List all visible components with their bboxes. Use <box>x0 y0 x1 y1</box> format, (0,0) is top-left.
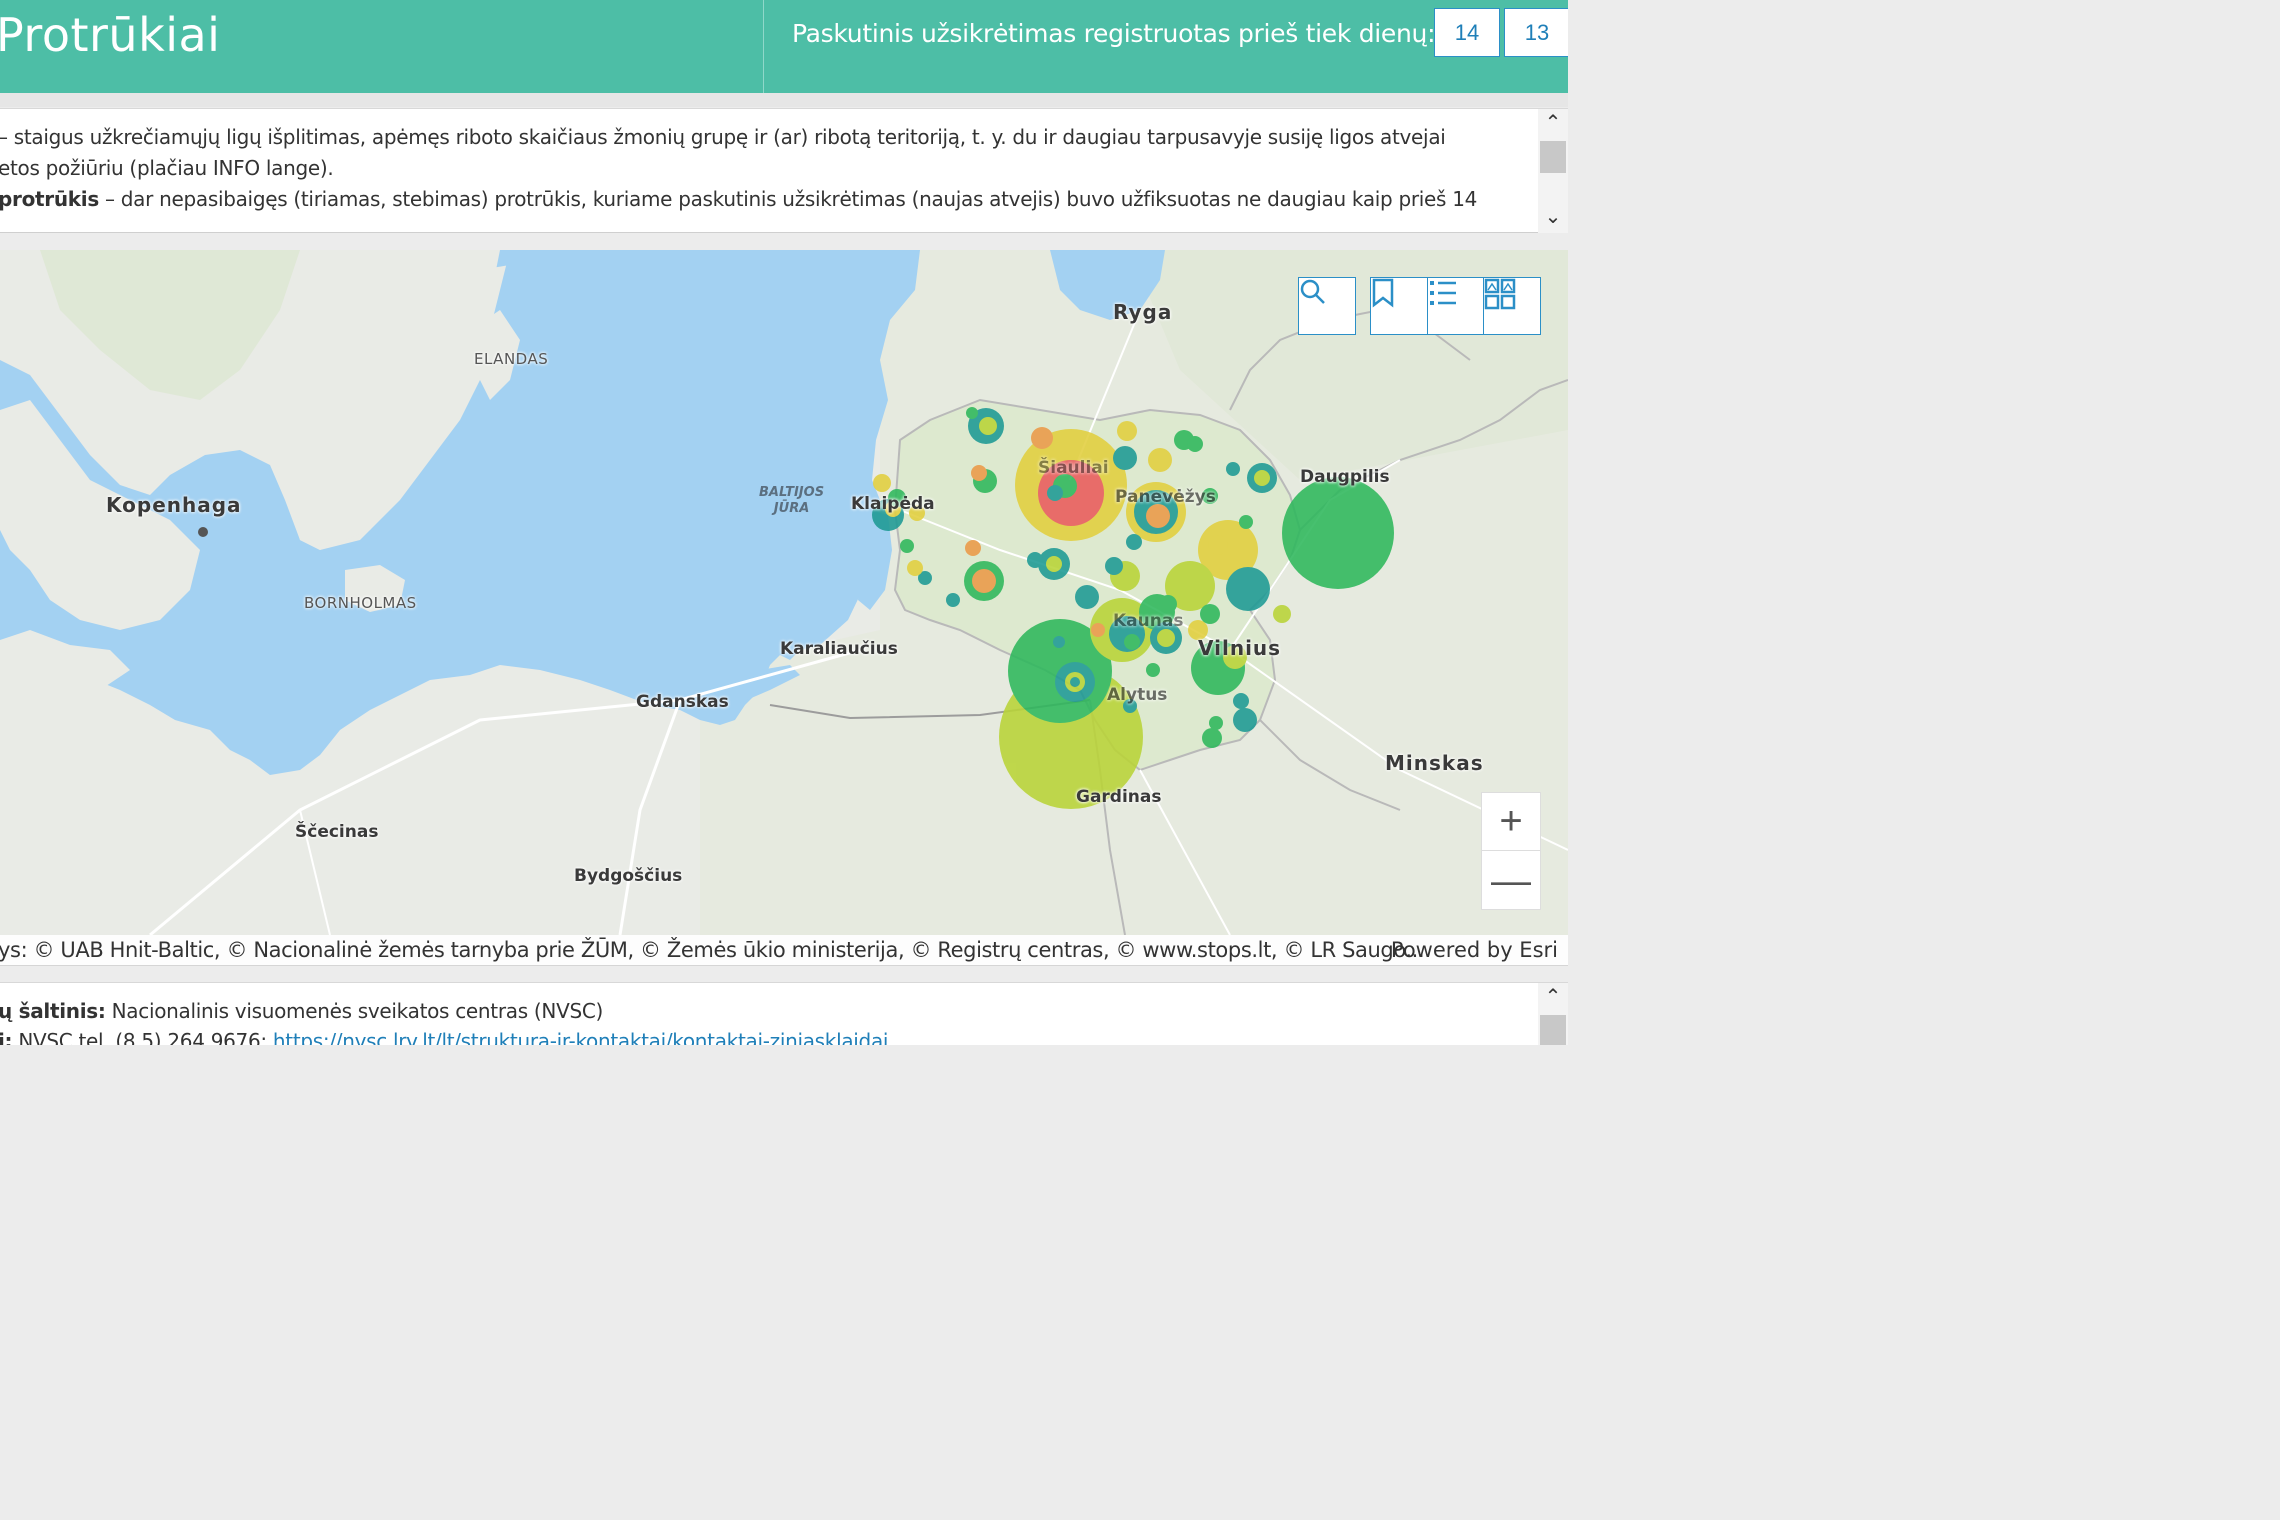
scroll-up-arrow-icon[interactable]: ⌃ <box>1538 111 1568 135</box>
dashboard-page: Protrūkiai Paskutinis užsikrėtimas regis… <box>0 0 1568 1045</box>
contact-phone: NVSC tel. (8 5) 264 9676; <box>12 1029 273 1045</box>
map-canvas <box>0 250 1568 935</box>
map-attribution: ys: © UAB Hnit-Baltic, © Nacionalinė žem… <box>0 935 1568 965</box>
panel-spacer <box>0 965 1568 981</box>
map-label-gdanskas: Gdanskas <box>636 692 729 712</box>
map-label-elandas: ELANDAS <box>474 350 549 368</box>
header-bar: Protrūkiai Paskutinis užsikrėtimas regis… <box>0 0 1568 93</box>
description-term: protrūkis <box>0 187 99 211</box>
source-panel: ų šaltinis: Nacionalinis visuomenės svei… <box>0 982 1568 1045</box>
map-label-baltijos-jura: BALTIJOS JŪRA <box>759 485 825 516</box>
map-label-kaunas: Kaunas <box>1113 611 1184 631</box>
map-label-siauliai: Šiauliai <box>1038 458 1109 478</box>
source-value: Nacionalinis visuomenės sveikatos centra… <box>105 999 604 1023</box>
powered-by-esri: Powered by Esri <box>1390 938 1558 962</box>
map-label-kopenhaga: Kopenhaga <box>106 493 242 517</box>
search-icon <box>1300 279 1325 304</box>
scroll-up-arrow-icon[interactable]: ⌃ <box>1538 985 1568 1009</box>
contact-line: i: NVSC tel. (8 5) 264 9676; https://nvs… <box>0 1029 888 1045</box>
map-label-panevezys: Panevėžys <box>1115 487 1216 507</box>
header-divider <box>763 0 764 93</box>
map-label-alytus: Alytus <box>1107 685 1168 705</box>
map-label-bornholmas: BORNHOLMAS <box>304 594 417 612</box>
layer-list-icon <box>1430 281 1456 305</box>
map-label-bydgoscius: Bydgoščius <box>574 866 683 886</box>
day-filter-button-14[interactable]: 14 <box>1434 8 1500 57</box>
description-line: etos požiūriu (plačiau INFO lange). <box>0 156 334 180</box>
source-label: ų šaltinis: <box>0 999 106 1023</box>
map-layer-list-button[interactable] <box>1427 277 1485 335</box>
zoom-control: + — <box>1481 792 1541 910</box>
day-filter-button-13[interactable]: 13 <box>1504 8 1568 57</box>
map-basemap-gallery-button[interactable] <box>1483 277 1541 335</box>
outbreak-map[interactable]: Ryga ELANDAS Kopenhaga BALTIJOS JŪRA Kla… <box>0 250 1568 935</box>
map-bookmarks-button[interactable] <box>1370 277 1428 335</box>
bookmark-icon <box>1372 278 1394 308</box>
description-panel: – staigus užkrečiamųjų ligų išplitimas, … <box>0 108 1568 233</box>
map-label-ryga: Ryga <box>1113 300 1173 324</box>
map-label-karaliaucius: Karaliaučius <box>780 639 898 659</box>
panel-spacer <box>0 234 1568 250</box>
map-label-minskas: Minskas <box>1385 751 1484 775</box>
zoom-in-button[interactable]: + <box>1482 793 1540 851</box>
map-label-daugpilis: Daugpilis <box>1300 467 1390 487</box>
scroll-thumb[interactable] <box>1540 1015 1566 1045</box>
contact-link[interactable]: https://nvsc.lrv.lt/lt/struktura-ir-kont… <box>273 1029 889 1045</box>
contact-label: i: <box>0 1029 13 1045</box>
source-line: ų šaltinis: Nacionalinis visuomenės svei… <box>0 999 603 1023</box>
map-label-gardinas: Gardinas <box>1076 787 1162 807</box>
description-scrollbar[interactable]: ⌃ ⌄ <box>1538 109 1568 233</box>
basemap-gallery-icon <box>1484 278 1516 310</box>
scroll-down-arrow-icon[interactable]: ⌄ <box>1538 205 1568 229</box>
page-title: Protrūkiai <box>0 8 221 62</box>
header-spacer <box>0 93 1568 107</box>
map-label-scecinas: Ščecinas <box>295 822 379 842</box>
zoom-out-button[interactable]: — <box>1482 852 1540 910</box>
description-line: protrūkis – dar nepasibaigęs (tiriamas, … <box>0 187 1477 211</box>
description-line: – staigus užkrečiamųjų ligų išplitimas, … <box>0 125 1446 149</box>
scroll-thumb[interactable] <box>1540 141 1566 173</box>
attribution-text[interactable]: ys: © UAB Hnit-Baltic, © Nacionalinė žem… <box>0 938 1425 962</box>
map-label-klaipeda: Klaipėda <box>851 494 935 514</box>
map-search-button[interactable] <box>1298 277 1356 335</box>
source-scrollbar[interactable]: ⌃ <box>1538 983 1568 1045</box>
map-label-vilnius: Vilnius <box>1198 636 1282 660</box>
description-definition: – dar nepasibaigęs (tiriamas, stebimas) … <box>98 187 1478 211</box>
days-filter-label: Paskutinis užsikrėtimas registruotas pri… <box>792 19 1436 48</box>
